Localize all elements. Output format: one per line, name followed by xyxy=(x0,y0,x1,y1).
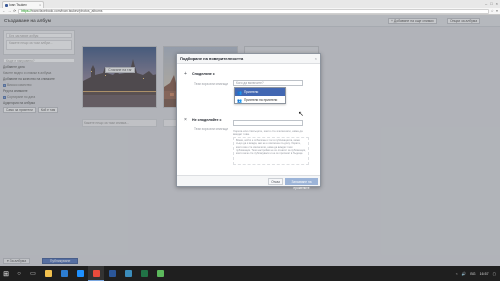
input-language[interactable]: BG xyxy=(470,272,475,276)
dont-share-heading: Не споделяйте с xyxy=(192,118,222,122)
forward-icon[interactable]: → xyxy=(8,9,12,13)
privacy-dialog: Подбиране на поверителността × + Споделя… xyxy=(176,53,321,190)
mouse-cursor-icon: ↖ xyxy=(298,111,304,118)
excel-icon-glyph xyxy=(140,270,148,277)
browser-tab-bar: Ivan Tsukev × – □ × xyxy=(0,0,500,8)
minimize-icon[interactable]: – xyxy=(485,1,487,6)
dialog-footer: Отказ Запазване на промените xyxy=(177,175,320,190)
dropdown-item-friends[interactable]: 👥 Приятели xyxy=(235,88,285,96)
reload-icon[interactable]: ⟳ xyxy=(13,9,16,13)
url-field[interactable]: https:// www.facebook.com/ivan.tsukev/ph… xyxy=(18,8,489,14)
store-icon[interactable] xyxy=(72,266,88,281)
facebook-favicon-icon xyxy=(5,3,8,7)
chrome-icon[interactable] xyxy=(88,266,104,281)
cancel-button[interactable]: Отказ xyxy=(268,178,283,185)
green-app-icon[interactable] xyxy=(152,266,168,281)
close-window-icon[interactable]: × xyxy=(496,1,498,6)
share-with-section: + Споделяне с xyxy=(183,71,215,77)
dialog-title: Подбиране на поверителността xyxy=(180,56,244,61)
browser-tab[interactable]: Ivan Tsukev × xyxy=(2,1,44,8)
movie-icon[interactable] xyxy=(120,266,136,281)
task-view-icon[interactable]: ▭ xyxy=(26,270,40,277)
dropdown-item-friends-label: Приятели xyxy=(243,90,259,94)
dropdown-item-fof-label: Приятели на приятели xyxy=(243,98,278,102)
plus-icon: + xyxy=(184,71,187,77)
share-field-label: Тези хора или списъци xyxy=(194,82,228,86)
star-icon[interactable]: ☆ xyxy=(491,9,494,13)
share-with-input[interactable]: Кого да включите? xyxy=(233,80,303,86)
search-icon[interactable]: ○ xyxy=(12,271,26,277)
movie-icon-glyph xyxy=(124,270,132,277)
tab-close-icon[interactable]: × xyxy=(39,3,41,7)
dont-share-input[interactable] xyxy=(233,120,303,126)
noshare-field-label: Тези хора или списъци xyxy=(194,127,228,131)
volume-icon[interactable]: 🔊 xyxy=(462,272,466,276)
back-icon[interactable]: ← xyxy=(2,9,6,13)
edge-icon-glyph xyxy=(60,270,68,277)
maximize-icon[interactable]: □ xyxy=(490,1,492,6)
file-explorer-icon-glyph xyxy=(44,270,52,277)
address-bar: ← → ⟳ https:// www.facebook.com/ivan.tsu… xyxy=(0,8,500,15)
privacy-note: Всеки, който е отбелязан с таг в публика… xyxy=(233,137,309,165)
dropdown-item-friends-of-friends[interactable]: 👥 Приятели на приятели xyxy=(235,96,285,104)
word-icon-glyph xyxy=(108,270,116,277)
window-controls: – □ × xyxy=(485,1,498,6)
windows-taskbar: ⊞ ○ ▭ ⌁ 🔊 BG 16:57 ▢ xyxy=(0,266,500,281)
chrome-icon-glyph xyxy=(92,269,100,277)
taskbar-apps xyxy=(40,266,168,281)
windows-start-icon[interactable]: ⊞ xyxy=(0,266,12,281)
dialog-header: Подбиране на поверителността × xyxy=(177,54,320,64)
store-icon-glyph xyxy=(76,270,84,277)
edge-icon[interactable] xyxy=(56,266,72,281)
friends-icon: 👥 xyxy=(237,89,242,95)
tab-title: Ivan Tsukev xyxy=(9,3,27,7)
share-with-heading: Споделяне с xyxy=(192,72,215,76)
dont-share-help: Хората или списъците, които сте изключил… xyxy=(233,129,303,137)
audience-dropdown-menu: 👥 Приятели 👥 Приятели на приятели xyxy=(234,87,286,104)
dialog-close-icon[interactable]: × xyxy=(315,54,317,63)
url-text: www.facebook.com/ivan.tsukev/photos_albu… xyxy=(31,9,103,13)
green-app-icon-glyph xyxy=(156,270,164,277)
network-icon[interactable]: ⌁ xyxy=(456,272,458,276)
url-scheme: https:// xyxy=(21,9,32,13)
menu-icon[interactable]: ≡ xyxy=(496,9,498,13)
file-explorer-icon[interactable] xyxy=(40,266,56,281)
system-tray: ⌁ 🔊 BG 16:57 ▢ xyxy=(456,272,500,276)
x-icon: × xyxy=(184,117,187,123)
excel-icon[interactable] xyxy=(136,266,152,281)
notifications-icon[interactable]: ▢ xyxy=(493,272,496,276)
dont-share-section: × Не споделяйте с xyxy=(183,117,222,123)
clock[interactable]: 16:57 xyxy=(480,272,489,276)
friends-of-friends-icon: 👥 xyxy=(237,97,242,103)
word-icon[interactable] xyxy=(104,266,120,281)
save-changes-button[interactable]: Запазване на промените xyxy=(285,178,318,190)
